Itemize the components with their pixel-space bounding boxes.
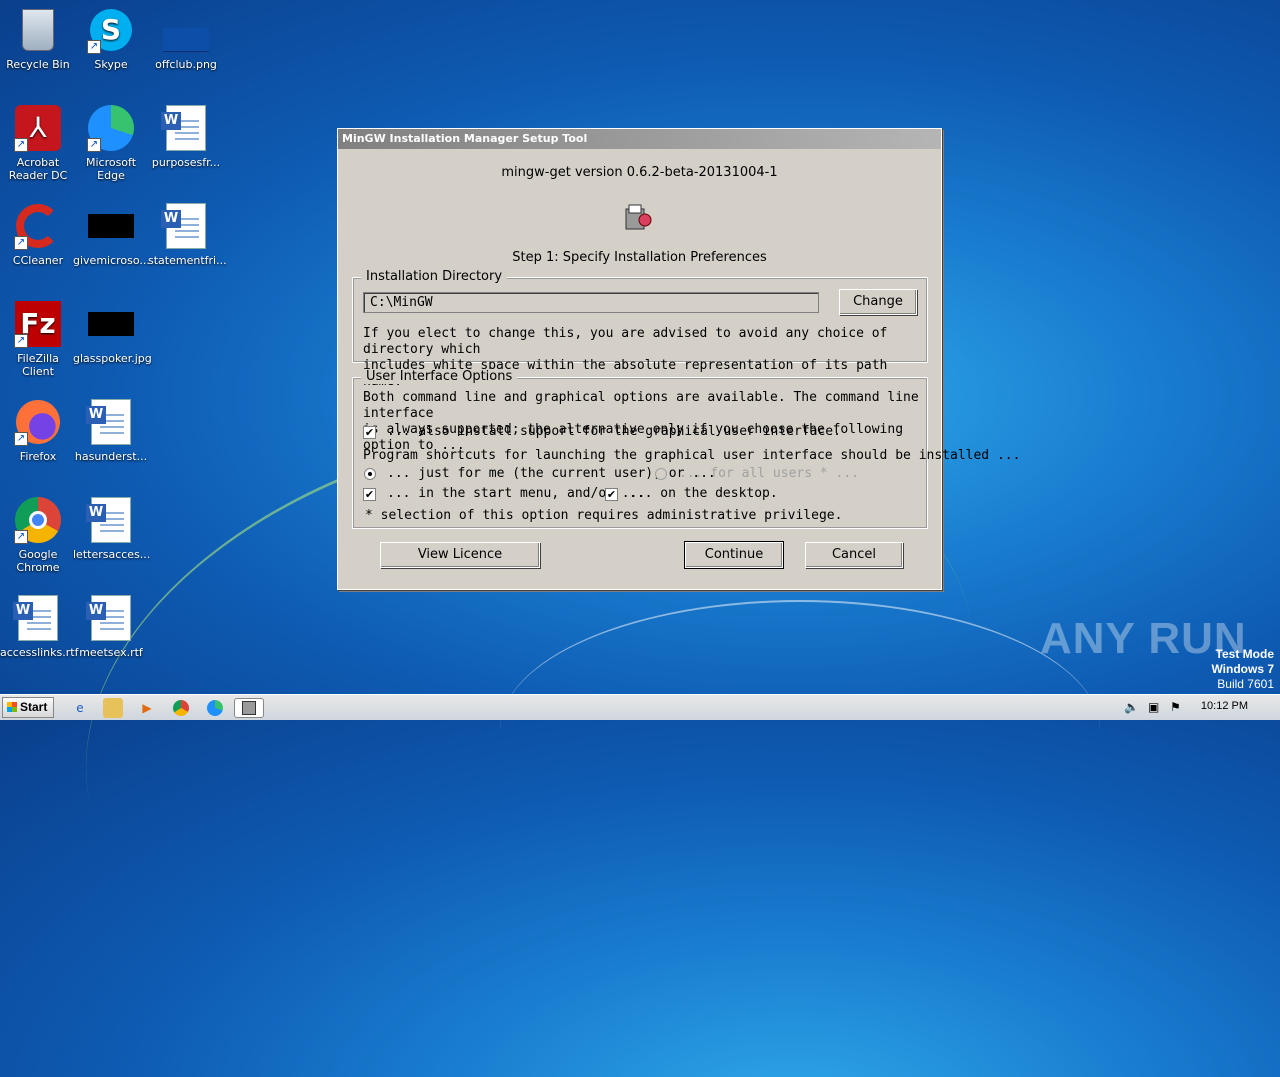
test-mode-line1: Test Mode [1215,647,1274,661]
media-player-taskbar-icon[interactable]: ▶ [137,698,157,718]
desktop-icon-hasunderst[interactable]: W hasunderst... [73,398,149,463]
edge-icon: ↗ [87,104,135,152]
filezilla-icon: Fz ↗ [14,300,62,348]
desktop-icon-accesslinks[interactable]: W accesslinks.rtf [0,594,78,659]
desktop-shortcut-checkbox[interactable]: ✔ [605,488,618,501]
taskbar-clock[interactable]: 10:12 PM [1201,700,1248,712]
desktop-icon-filezilla[interactable]: Fz ↗ FileZilla Client [0,300,76,378]
admin-footnote: * selection of this option requires admi… [365,508,843,523]
word-doc-icon: W [13,594,62,642]
step-title: Step 1: Specify Installation Preferences [512,250,767,265]
test-mode-notice: Test Mode Windows 7 Build 7601 [1211,647,1274,692]
network-icon[interactable]: ▣ [1148,700,1159,714]
desktop-icon-chrome[interactable]: ↗ Google Chrome [0,496,76,574]
mingw-taskbar-icon[interactable] [234,698,264,718]
install-directory-field[interactable]: C:\MinGW [363,292,819,313]
test-mode-line3: Build 7601 [1217,677,1274,691]
desktop-icon-offclub[interactable]: offclub.png [148,6,224,71]
ccleaner-icon: ↗ [14,202,62,250]
acrobat-icon: ⅄ ↗ [14,104,62,152]
start-menu-checkbox[interactable]: ✔ [363,488,376,501]
gui-support-label: ... also install support for the graphic… [387,424,841,439]
word-doc-icon: W [86,496,135,544]
view-licence-button[interactable]: View Licence [380,542,540,568]
all-users-radio[interactable] [655,468,667,480]
ie-taskbar-icon[interactable]: e [70,698,90,718]
chrome-taskbar-icon[interactable] [171,698,191,718]
gui-support-checkbox[interactable]: ✔ [363,426,376,439]
shortcuts-intro: Program shortcuts for launching the grap… [363,448,1021,463]
desktop-icon-acrobat[interactable]: ⅄ ↗ Acrobat Reader DC [0,104,76,182]
test-mode-line2: Windows 7 [1211,662,1274,676]
taskbar: Start e ▶ 🔈 ▣ ⚑ 10:12 PM [0,694,1280,720]
just-me-radio[interactable] [364,468,376,480]
word-doc-icon: W [86,594,135,642]
word-doc-icon: W [86,398,135,446]
desktop-icon-recycle-bin[interactable]: Recycle Bin [0,6,76,71]
installation-directory-legend: Installation Directory [361,269,508,284]
ui-options-legend: User Interface Options [361,369,518,384]
dialog-title[interactable]: MinGW Installation Manager Setup Tool [338,129,941,149]
version-text: mingw-get version 0.6.2-beta-20131004-1 [501,165,778,180]
system-tray: 🔈 ▣ ⚑ 10:12 PM [1120,695,1280,721]
desktop-icon-firefox[interactable]: ↗ Firefox [0,398,76,463]
start-button[interactable]: Start [2,697,54,718]
ui-options-intro: Both command line and graphical options … [363,390,927,454]
explorer-taskbar-icon[interactable] [103,698,123,718]
ui-intro-line1: Both command line and graphical options … [363,390,919,421]
image-file-icon [87,202,135,250]
all-users-label: ... for all users * ... [679,466,860,481]
flag-icon[interactable]: ⚑ [1170,700,1181,714]
edge-taskbar-icon[interactable] [205,698,225,718]
chrome-icon: ↗ [14,496,62,544]
desktop-icon-purposesfr[interactable]: W purposesfr... [148,104,224,169]
desktop-icon-glasspoker[interactable]: glasspoker.jpg [73,300,152,365]
setup-dialog: MinGW Installation Manager Setup Tool mi… [337,128,1020,590]
desktop-icon-lettersacces[interactable]: W lettersacces... [73,496,150,561]
word-doc-icon: W [161,202,210,250]
desktop-shortcut-label: ... on the desktop. [629,486,778,501]
change-button[interactable]: Change [839,289,917,315]
volume-icon[interactable]: 🔈 [1124,700,1139,714]
setup-gear-icon [622,201,654,233]
user-interface-options-group: User Interface Options Both command line… [352,369,1020,529]
cancel-button[interactable]: Cancel [805,542,903,568]
desktop-icon-statementfri[interactable]: W statementfri... [148,202,227,267]
wallpaper-swoosh [500,600,1100,860]
continue-button[interactable]: Continue [684,541,784,569]
image-file-icon [87,300,135,348]
recycle-bin-icon [14,6,62,54]
desktop-icon-meetsex[interactable]: W meetsex.rtf [73,594,149,659]
desktop-icon-givemicroso[interactable]: givemicroso... [73,202,150,267]
installation-directory-group: Installation Directory C:\MinGW Change I… [352,269,928,389]
install-dir-note-line1: If you elect to change this, you are adv… [363,326,888,357]
desktop-icon-skype[interactable]: S ↗ Skype [73,6,149,71]
skype-icon: S ↗ [87,6,135,54]
word-doc-icon: W [161,104,210,152]
firefox-icon: ↗ [14,398,62,446]
desktop-icon-ccleaner[interactable]: ↗ CCleaner [0,202,76,267]
image-file-icon [162,6,210,54]
desktop-icon-edge[interactable]: ↗ Microsoft Edge [73,104,149,182]
